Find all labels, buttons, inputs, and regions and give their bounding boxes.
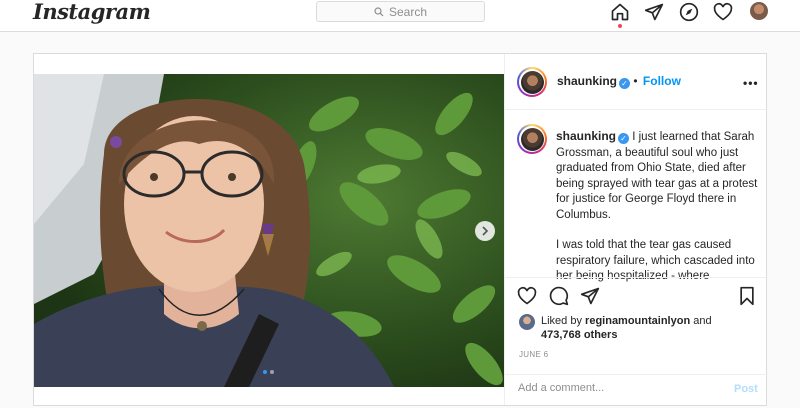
author-username[interactable]: shaunking bbox=[557, 74, 617, 88]
save-bookmark-icon[interactable] bbox=[737, 286, 759, 308]
activity-heart-icon[interactable] bbox=[712, 1, 734, 23]
like-heart-icon[interactable] bbox=[517, 286, 539, 308]
search-box[interactable]: Search bbox=[316, 1, 485, 22]
post-card: shaunking ✓ • Follow ••• shaunking ✓ I jus… bbox=[33, 53, 768, 406]
comment-icon[interactable] bbox=[549, 286, 571, 308]
instagram-logo[interactable]: Instagram bbox=[33, 0, 151, 24]
more-options-icon[interactable]: ••• bbox=[743, 76, 759, 90]
comment-bar: Post bbox=[505, 374, 768, 406]
liked-by-prefix: Liked by bbox=[541, 315, 582, 327]
explore-icon[interactable] bbox=[678, 1, 700, 23]
search-placeholder: Search bbox=[388, 4, 428, 19]
carousel-dot-active bbox=[263, 370, 267, 374]
follow-button[interactable]: Follow bbox=[643, 74, 681, 88]
search-icon bbox=[374, 6, 384, 16]
likes-summary: Liked by reginamountainlyon and 473,768 … bbox=[519, 314, 712, 342]
home-icon[interactable] bbox=[609, 1, 631, 23]
likes-count[interactable]: 473,768 others bbox=[541, 329, 617, 341]
post-sidebar: shaunking ✓ • Follow ••• shaunking ✓ I jus… bbox=[504, 54, 768, 405]
verified-badge-icon: ✓ bbox=[619, 78, 631, 89]
chevron-right-icon bbox=[482, 226, 489, 236]
liked-by-and: and bbox=[693, 315, 712, 327]
carousel-next-button[interactable] bbox=[475, 221, 495, 241]
caption-text: shaunking ✓ I just learned that Sarah Gro… bbox=[556, 129, 761, 287]
carousel-dot bbox=[270, 370, 274, 374]
share-icon[interactable] bbox=[580, 286, 602, 308]
author-avatar[interactable] bbox=[517, 67, 547, 97]
comment-input[interactable] bbox=[518, 382, 718, 394]
notification-dot bbox=[618, 24, 622, 28]
profile-avatar[interactable] bbox=[750, 2, 768, 20]
liked-by-user[interactable]: reginamountainlyon bbox=[585, 315, 690, 327]
caption-username[interactable]: shaunking bbox=[556, 129, 616, 143]
action-bar: Liked by reginamountainlyon and 473,768 … bbox=[505, 277, 768, 405]
liker-avatar[interactable] bbox=[519, 314, 535, 330]
post-header: shaunking ✓ • Follow ••• bbox=[505, 54, 768, 110]
top-nav: Instagram Search bbox=[0, 0, 800, 32]
post-photo[interactable] bbox=[34, 74, 504, 387]
post-comment-button[interactable]: Post bbox=[734, 383, 758, 395]
author-line: shaunking ✓ • Follow bbox=[557, 74, 681, 89]
caption-paragraph-1: I just learned that Sarah Grossman, a be… bbox=[556, 131, 758, 221]
verified-badge-icon: ✓ bbox=[618, 133, 630, 145]
caption-author-avatar[interactable] bbox=[517, 124, 547, 154]
direct-icon[interactable] bbox=[643, 1, 665, 23]
carousel-indicator bbox=[263, 370, 274, 374]
post-date[interactable]: JUNE 6 bbox=[519, 350, 548, 359]
caption-area: shaunking ✓ I just learned that Sarah Gro… bbox=[505, 111, 768, 287]
